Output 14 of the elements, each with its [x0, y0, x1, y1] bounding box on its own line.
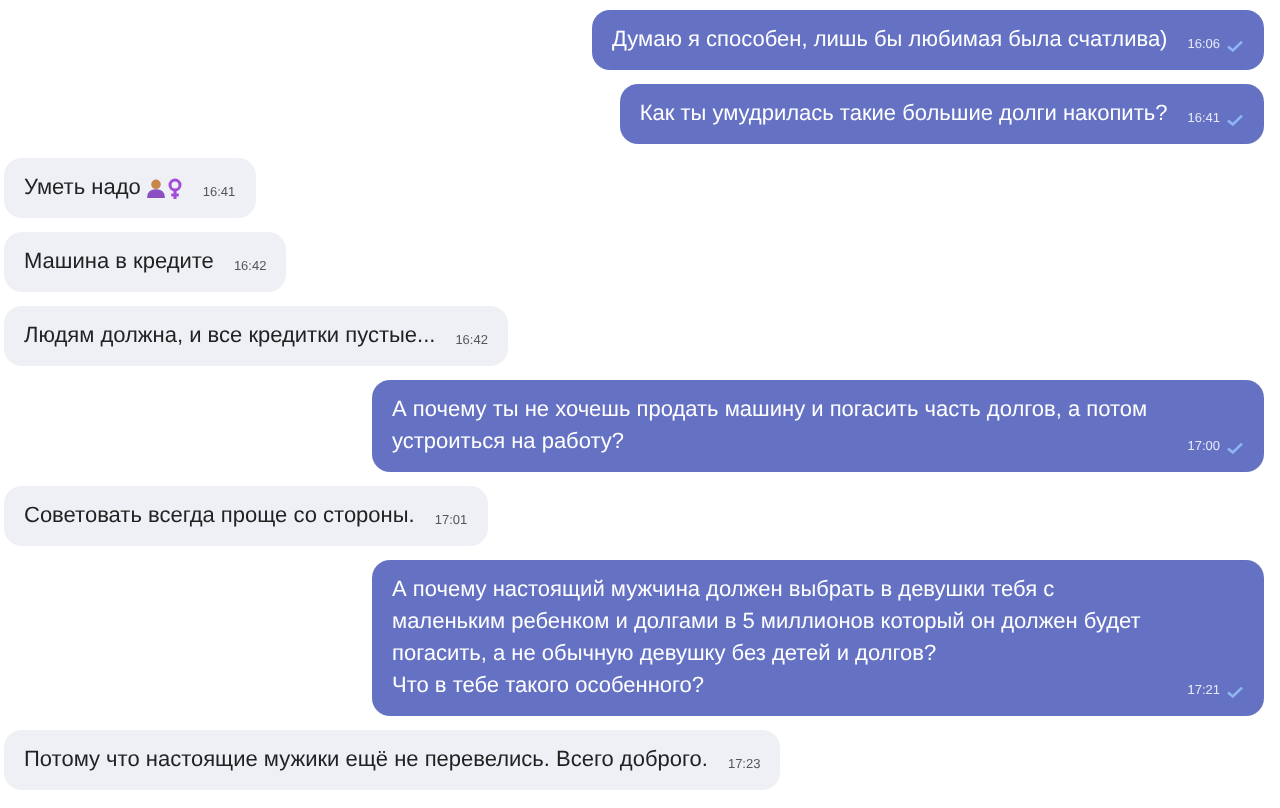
- message-text: Людям должна, и все кредитки пустые...: [24, 322, 436, 352]
- message-text: Как ты умудрилась такие большие долги накопить?: [639, 100, 1168, 130]
- read-check-icon: [1226, 686, 1244, 698]
- message-text: Советовать всегда проще со стороны.: [24, 502, 415, 532]
- female-sign-icon: [168, 178, 183, 200]
- read-check-icon: [1226, 442, 1244, 454]
- message-text: А почему ты не хочешь продать машину и погасить часть долгов, а потом устроиться на работу?: [392, 396, 1150, 458]
- message-text: Думаю я способен, лишь бы любимая была счатлива): [611, 26, 1168, 56]
- read-check-icon: [1226, 114, 1244, 126]
- read-check-icon: [1226, 40, 1244, 52]
- message-text: Потому что настоящие мужики ещё не перевелись. Всего доброго.: [24, 746, 708, 776]
- message-text: А почему настоящий мужчина должен выбрать в девушки тебя с маленьким ребенком и долгами в 5 миллионов который он должен будет погасить, а не обычную девушку без детей и долгов? Что в тебе такого особенного?: [392, 576, 1143, 702]
- message-text: Машина в кредите: [24, 248, 214, 278]
- message-text: Уметь надо: [24, 172, 183, 204]
